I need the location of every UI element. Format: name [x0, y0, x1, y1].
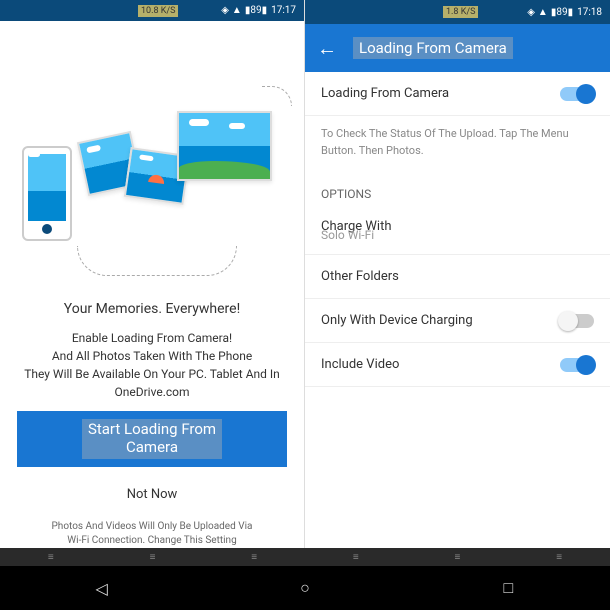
- battery-icon: ▮89▮: [245, 5, 267, 16]
- page-description: Enable Loading From Camera! And All Phot…: [16, 329, 288, 401]
- setting-label: Other Folders: [321, 269, 399, 284]
- setting-label: Only With Device Charging: [321, 313, 473, 328]
- loading-camera-toggle[interactable]: [560, 87, 594, 101]
- status-bar-right: 1.8 K/S ◈ ▲ ▮89▮ 17:18: [305, 0, 610, 24]
- include-video-toggle-row[interactable]: Include Video: [305, 343, 610, 387]
- setting-label: Loading From Camera: [321, 86, 449, 101]
- menu-icon: ≡: [251, 552, 257, 563]
- app-bar: ← Loading From Camera: [305, 24, 610, 72]
- other-folders-row[interactable]: Other Folders: [305, 255, 610, 299]
- extra-bar: ≡ ≡ ≡ ≡ ≡ ≡: [0, 548, 610, 566]
- clock: 17:18: [577, 7, 602, 18]
- recent-nav-button[interactable]: □: [448, 578, 568, 598]
- setting-label: Include Video: [321, 357, 399, 372]
- not-now-button[interactable]: Not Now: [127, 487, 178, 502]
- back-arrow-icon[interactable]: ←: [317, 36, 337, 61]
- loading-camera-toggle-row[interactable]: Loading From Camera: [305, 72, 610, 116]
- menu-icon: ≡: [455, 552, 461, 563]
- wifi-icon: ◈: [527, 7, 535, 18]
- menu-icon: ≡: [353, 552, 359, 563]
- battery-icon: ▮89▮: [551, 7, 573, 18]
- signal-icon: ▲: [232, 5, 242, 16]
- clock: 17:17: [271, 5, 296, 16]
- options-section-label: OPTIONS: [305, 169, 610, 209]
- navigation-bar: ◁ ○ □: [0, 566, 610, 610]
- include-video-toggle[interactable]: [560, 358, 594, 372]
- phone-graphic: [22, 146, 72, 241]
- wifi-icon: ◈: [221, 5, 229, 16]
- charge-with-value: Solo Wi-Fi: [305, 228, 610, 255]
- photo-thumbnail-3: [177, 111, 272, 181]
- status-description: To Check The Status Of The Upload. Tap T…: [305, 116, 610, 169]
- back-nav-button[interactable]: ◁: [42, 579, 162, 598]
- home-nav-button[interactable]: ○: [245, 578, 365, 598]
- network-speed: 1.8 K/S: [443, 6, 478, 18]
- page-title: Your Memories. Everywhere!: [64, 301, 240, 317]
- menu-icon: ≡: [150, 552, 156, 563]
- footer-note: Photos And Videos Will Only Be Uploaded …: [52, 520, 253, 548]
- signal-icon: ▲: [538, 7, 548, 18]
- network-speed: 10.8 K/S: [138, 5, 178, 17]
- onboarding-illustration: [12, 81, 292, 261]
- app-bar-title: Loading From Camera: [353, 37, 513, 59]
- only-charging-toggle[interactable]: [560, 314, 594, 328]
- status-icons: ◈ ▲ ▮89▮: [221, 5, 267, 16]
- menu-icon: ≡: [48, 552, 54, 563]
- start-loading-button[interactable]: Start Loading From Camera: [17, 411, 287, 467]
- status-bar-left: 10.8 K/S ◈ ▲ ▮89▮ 17:17: [0, 0, 304, 21]
- menu-icon: ≡: [556, 552, 562, 563]
- only-charging-toggle-row[interactable]: Only With Device Charging: [305, 299, 610, 343]
- status-icons: ◈ ▲ ▮89▮: [527, 7, 573, 18]
